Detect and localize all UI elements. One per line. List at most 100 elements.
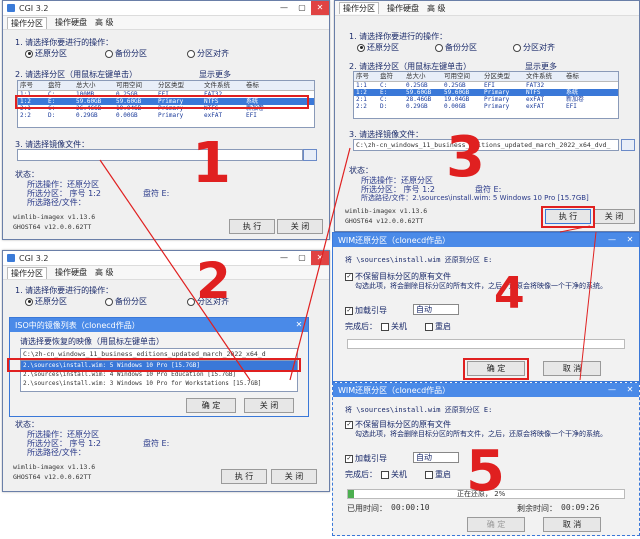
maximize-icon[interactable]: ▢ — [293, 1, 311, 15]
keep-files-desc: 勾选此项，将会删除目标分区的所有文件，之后，还原会将映像一个干净的系统。 — [355, 282, 607, 290]
section-partition: 2. 请选择分区（用鼠标左键单击） — [15, 70, 138, 79]
highlight-image-item — [7, 358, 301, 372]
highlight-selected-row — [15, 95, 309, 109]
dialog-close-button[interactable]: 关 闭 — [244, 398, 294, 413]
list-item[interactable]: 2.\sources\install.wim: 3 Windows 10 Pro… — [21, 379, 297, 388]
remain-time: 00:09:26 — [561, 503, 600, 512]
section-operation: 1. 请选择你要进行的操作： — [15, 286, 114, 295]
radio-backup[interactable]: 备份分区 — [435, 42, 477, 53]
minimize-icon[interactable]: — — [603, 233, 621, 247]
image-path-input[interactable]: C:\zh-cn_windows_11_business_editions_up… — [353, 139, 619, 151]
dialog-title-bar: ISO中的镜像列表（clonecd作品） ✕ — [10, 318, 308, 332]
shutdown-checkbox[interactable]: 关机 — [381, 321, 407, 332]
footer-version: wimlib-imagex v1.13.6 — [13, 213, 96, 221]
tab-partition[interactable]: 操作分区 — [339, 2, 379, 14]
after-label: 完成后： — [345, 470, 377, 479]
highlight-confirm — [463, 358, 529, 380]
radio-restore[interactable]: 还原分区 — [25, 48, 67, 59]
footer-ghost: GHOST64 v12.0.0.62TT — [345, 217, 424, 225]
status-image: 所选路径/文件： — [27, 198, 86, 207]
step-number-2: 2 — [196, 252, 231, 310]
shutdown-checkbox[interactable]: 关机 — [381, 469, 407, 480]
confirm-button-disabled: 确 定 — [467, 517, 525, 532]
progress-fill — [348, 490, 354, 498]
restart-checkbox[interactable]: 重启 — [425, 321, 451, 332]
dialog-ok-button[interactable]: 确 定 — [186, 398, 236, 413]
radio-selected-icon — [357, 43, 365, 52]
checkbox-checked-icon: ✓ — [345, 454, 353, 463]
step-number-1: 1 — [192, 131, 231, 196]
radio-align[interactable]: 分区对齐 — [513, 42, 555, 53]
radio-backup[interactable]: 备份分区 — [105, 296, 147, 307]
after-label: 完成后： — [345, 322, 377, 331]
status-image: 所选路径/文件： — [27, 448, 86, 457]
cgi-window-step2: CGI 3.2 — ▢ ✕ 操作分区 操作硬盘 高 级 1. 请选择你要进行的操作：… — [2, 250, 330, 492]
checkbox-checked-icon: ✓ — [345, 306, 353, 315]
tab-advanced[interactable]: 高 级 — [95, 267, 114, 278]
execute-button[interactable]: 执 行 — [221, 469, 267, 484]
checkbox-checked-icon: ✓ — [345, 420, 353, 429]
tab-partition[interactable]: 操作分区 — [7, 266, 47, 279]
tab-disk[interactable]: 操作硬盘 — [55, 267, 87, 278]
table-row-selected[interactable]: 1:2 E: 59.60GB 59.60GB Primary NTFS 系统 — [354, 89, 618, 96]
tab-advanced[interactable]: 高 级 — [427, 3, 446, 14]
boot-mode-select[interactable]: 自动 — [413, 304, 459, 315]
dialog-title-bar: WIM还原分区（clonecd作品） — ✕ — [333, 233, 639, 247]
checkbox-icon — [425, 322, 433, 331]
boot-checkbox[interactable]: ✓ 加载引导 — [345, 305, 387, 316]
table-row[interactable]: 1:1 C: 0.25GB 0.25GB EFI FAT32 — [354, 82, 618, 89]
app-icon — [7, 4, 15, 12]
elapsed-label: 已用时间： — [347, 504, 387, 513]
radio-icon — [187, 49, 195, 58]
image-path-input[interactable] — [17, 149, 303, 161]
table-row[interactable]: 2:1 C: 28.46GB 19.04GB Primary exFAT 新加卷 — [354, 96, 618, 103]
radio-align[interactable]: 分区对齐 — [187, 48, 229, 59]
progress-bar-empty — [347, 339, 625, 349]
status-drive: 盘符 E: — [143, 189, 170, 198]
radio-icon — [435, 43, 443, 52]
title-bar: CGI 3.2 — ▢ ✕ — [3, 1, 329, 16]
minimize-icon[interactable]: — — [275, 1, 293, 15]
checkbox-icon — [425, 470, 433, 479]
browse-icon[interactable] — [303, 149, 317, 161]
boot-checkbox[interactable]: ✓ 加载引导 — [345, 453, 387, 464]
close-button[interactable]: 关 闭 — [593, 209, 635, 224]
cancel-button[interactable]: 取 消 — [543, 361, 601, 376]
close-icon[interactable]: ✕ — [311, 251, 329, 265]
restore-message: 将 \sources\install.wim 还原到分区 E: — [345, 256, 493, 264]
title-bar: CGI 3.2 — ▢ ✕ — [3, 251, 329, 266]
minimize-icon[interactable]: — — [275, 251, 293, 265]
maximize-icon[interactable]: ▢ — [293, 251, 311, 265]
cgi-window-step1: CGI 3.2 — ▢ ✕ 操作分区 操作硬盘 高 级 1. 请选择你要进行的操作：… — [2, 0, 330, 240]
close-button[interactable]: 关 闭 — [271, 469, 317, 484]
close-icon[interactable]: ✕ — [621, 233, 639, 247]
elapsed-time: 00:00:10 — [391, 503, 430, 512]
show-more-link[interactable]: 显示更多 — [199, 69, 231, 80]
tab-partition[interactable]: 操作分区 — [7, 16, 47, 29]
wim-restore-dialog-step4: WIM还原分区（clonecd作品） — ✕ 将 \sources\install… — [332, 232, 640, 382]
partition-table[interactable]: 序号 盘符 总大小 可用空间 分区类型 文件系统 卷标 1:1 C: 0.25GB 0.25GB E… — [353, 71, 619, 119]
close-icon[interactable]: ✕ — [311, 1, 329, 15]
table-row[interactable]: 2:2 D: 0.29GB 0.00GB Primary exFAT EFI — [18, 112, 314, 119]
tab-disk[interactable]: 操作硬盘 — [387, 3, 419, 14]
boot-mode-select[interactable]: 自动 — [413, 452, 459, 463]
radio-backup[interactable]: 备份分区 — [105, 48, 147, 59]
section-operation: 1. 请选择你要进行的操作： — [349, 32, 448, 41]
restart-checkbox[interactable]: 重启 — [425, 469, 451, 480]
radio-restore[interactable]: 还原分区 — [357, 42, 399, 53]
table-row[interactable]: 2:2 D: 0.29GB 0.00GB Primary exFAT EFI — [354, 103, 618, 110]
step-number-5: 5 — [466, 439, 505, 504]
tab-disk[interactable]: 操作硬盘 — [55, 17, 87, 28]
browse-icon[interactable] — [621, 139, 635, 151]
close-button[interactable]: 关 闭 — [277, 219, 323, 234]
radio-restore[interactable]: 还原分区 — [25, 296, 67, 307]
radio-icon — [105, 297, 113, 306]
cancel-button[interactable]: 取 消 — [543, 517, 601, 532]
execute-button[interactable]: 执 行 — [229, 219, 275, 234]
status-image: 所选路径/文件：2.\sources\install.wim: 5 Window… — [361, 194, 589, 202]
minimize-icon[interactable]: — — [603, 383, 621, 397]
step-number-3: 3 — [446, 125, 485, 190]
close-icon[interactable]: ✕ — [290, 318, 308, 332]
close-icon[interactable]: ✕ — [621, 383, 639, 397]
tab-advanced[interactable]: 高 级 — [95, 17, 114, 28]
